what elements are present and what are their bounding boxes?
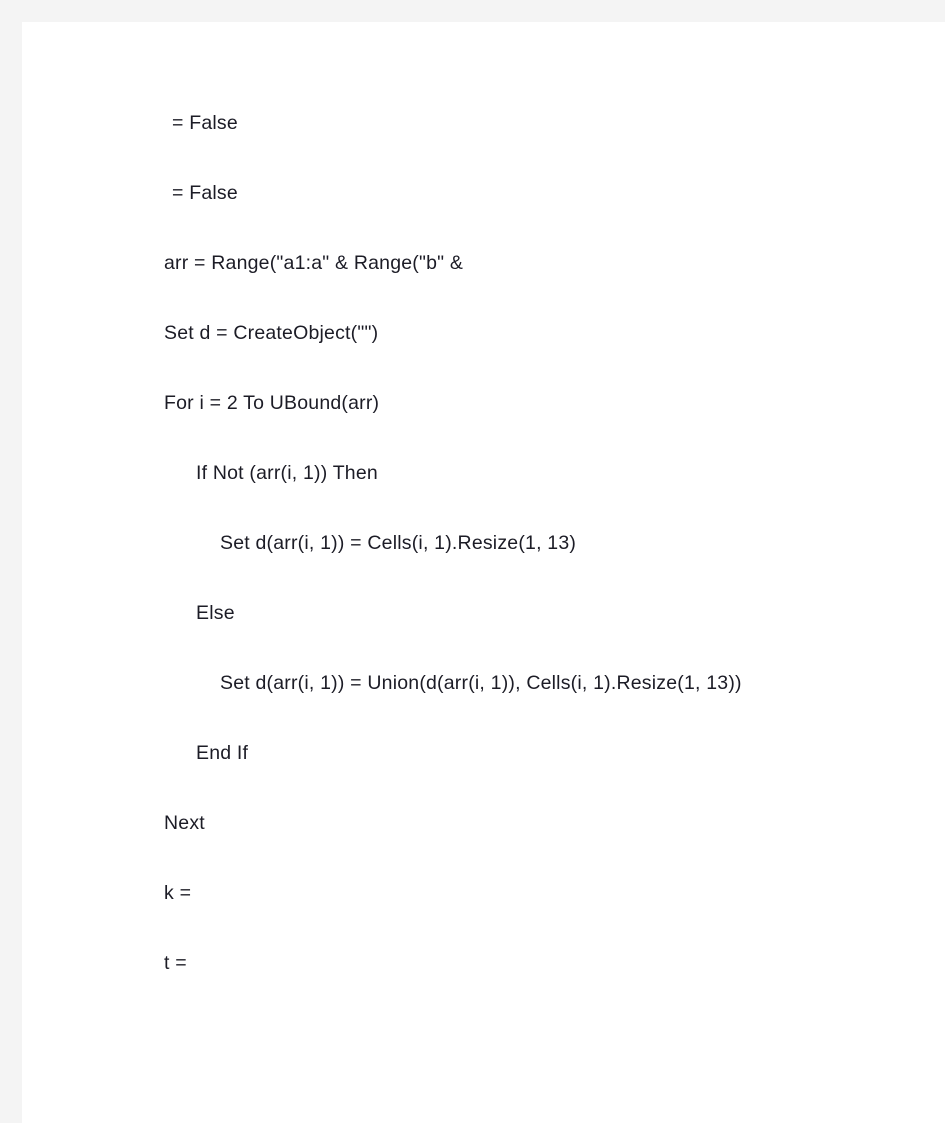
code-line: Next (164, 812, 205, 834)
code-line: Set d(arr(i, 1)) = Cells(i, 1).Resize(1,… (220, 532, 577, 554)
code-line: Else (196, 602, 235, 624)
code-line: End If (196, 742, 249, 764)
document-page-surface: = False = False arr = Range("a1:a" & Range… (22, 22, 945, 1123)
code-line: = False (172, 182, 238, 204)
code-line: Set d(arr(i, 1)) = Union(d(arr(i, 1)), C… (220, 672, 742, 694)
code-listing: = False = False arr = Range("a1:a" & Range… (164, 88, 924, 998)
code-line: arr = Range("a1:a" & Range("b" & (164, 252, 464, 274)
code-line: Set d = CreateObject("") (164, 322, 379, 344)
code-line: For i = 2 To UBound(arr) (164, 392, 380, 414)
code-line: t = (164, 952, 187, 974)
code-line: k = (164, 882, 192, 904)
code-line: = False (172, 112, 238, 134)
code-line: If Not (arr(i, 1)) Then (196, 462, 378, 484)
